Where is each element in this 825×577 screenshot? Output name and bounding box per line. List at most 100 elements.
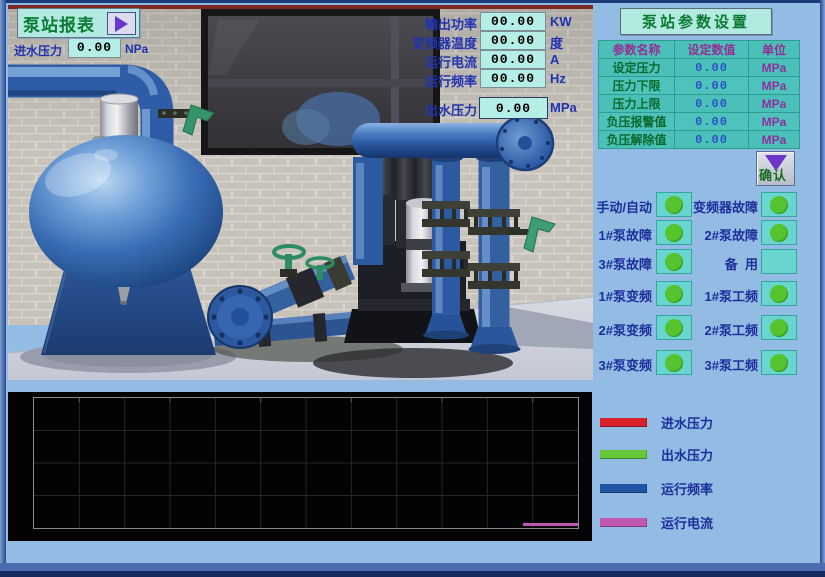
legend-swatch-outlet (600, 450, 647, 459)
run-frequency-unit: Hz (550, 71, 566, 86)
indicator-pump2-fault (761, 220, 797, 245)
status-label-pump1-vfd: 1#泵变频 (590, 286, 652, 305)
param-value[interactable]: 0.00 (675, 95, 749, 113)
status-label-manual-auto: 手动/自动 (590, 197, 652, 216)
legend-label-inlet: 进水压力 (661, 413, 713, 432)
run-current-unit: A (550, 52, 559, 67)
trend-grid (34, 398, 578, 528)
status-label-pump3-vfd: 3#泵变频 (590, 355, 652, 374)
inverter-temp-unit: 度 (550, 33, 563, 52)
lamp-icon (665, 253, 683, 271)
lamp-icon (770, 319, 788, 337)
param-value[interactable]: 0.00 (675, 131, 749, 149)
legend-label-outlet: 出水压力 (661, 445, 713, 464)
status-label-inverter-fault: 变频器故障 (686, 197, 758, 216)
play-arrow-icon (107, 12, 136, 35)
frame-border-top (0, 0, 825, 3)
inlet-pressure-label: 进水压力 (14, 42, 62, 59)
col-header-name: 参数名称 (599, 41, 675, 59)
legend-swatch-inlet (600, 418, 647, 427)
run-frequency-value: 00.00 (480, 69, 546, 88)
param-unit: MPa (749, 59, 800, 77)
status-label-spare: 备 用 (686, 254, 758, 273)
status-label-pump2-vfd: 2#泵变频 (590, 320, 652, 339)
lamp-icon (770, 354, 788, 372)
trend-chart (8, 392, 592, 541)
param-unit: MPa (749, 113, 800, 131)
param-unit: MPa (749, 131, 800, 149)
legend-item-run-frequency: 运行频率 (600, 479, 713, 498)
indicator-pump3-mains (761, 350, 797, 375)
settings-table: 参数名称 设定数值 单位 设定压力 0.00 MPa 压力下限 0.00 MPa… (598, 40, 800, 149)
param-unit: MPa (749, 95, 800, 113)
param-name: 设定压力 (599, 59, 675, 77)
settings-title: 泵站参数设置 (620, 8, 772, 35)
indicator-inverter-fault (761, 192, 797, 217)
col-header-unit: 单位 (749, 41, 800, 59)
lamp-icon (665, 224, 683, 242)
legend-item-inlet-pressure: 进水压力 (600, 413, 713, 432)
lamp-icon (770, 224, 788, 242)
confirm-button[interactable]: 确认 (756, 151, 795, 186)
output-power-value: 00.00 (480, 12, 546, 31)
frame-border-bottom-inner (0, 571, 825, 577)
table-row: 负压报警值 0.00 MPa (599, 113, 800, 131)
legend-swatch-current (600, 518, 647, 527)
indicator-spare (761, 249, 797, 274)
indicator-pump1-mains (761, 281, 797, 306)
confirm-button-label: 确认 (759, 165, 787, 184)
settings-header-row: 参数名称 设定数值 单位 (599, 41, 800, 59)
param-name: 压力上限 (599, 95, 675, 113)
table-row: 负压解除值 0.00 MPa (599, 131, 800, 149)
status-label-pump2-mains: 2#泵工频 (686, 320, 758, 339)
lamp-icon (665, 285, 683, 303)
report-button[interactable]: 泵站报表 (17, 8, 140, 38)
legend-item-outlet-pressure: 出水压力 (600, 445, 713, 464)
run-frequency-label: 运行频率 (385, 71, 477, 90)
run-current-label: 运行电流 (385, 52, 477, 71)
status-label-pump2-fault: 2#泵故障 (686, 225, 758, 244)
status-label-pump3-fault: 3#泵故障 (590, 254, 652, 273)
current-trace-segment (523, 523, 578, 526)
output-power-unit: KW (550, 14, 572, 29)
pressure-tank (29, 135, 223, 355)
param-name: 负压报警值 (599, 113, 675, 131)
inverter-temp-value: 00.00 (480, 31, 546, 50)
frame-border-right (820, 0, 825, 577)
table-row: 压力下限 0.00 MPa (599, 77, 800, 95)
status-label-pump1-mains: 1#泵工频 (686, 286, 758, 305)
outlet-pressure-value: 0.00 (479, 97, 548, 119)
lamp-icon (665, 319, 683, 337)
legend-item-run-current: 运行电流 (600, 513, 713, 532)
run-current-value: 00.00 (480, 50, 546, 69)
param-name: 压力下限 (599, 77, 675, 95)
outlet-pressure-label: 出水压力 (385, 100, 477, 119)
param-unit: MPa (749, 77, 800, 95)
report-button-label: 泵站报表 (23, 11, 95, 36)
param-name: 负压解除值 (599, 131, 675, 149)
status-label-pump1-fault: 1#泵故障 (590, 225, 652, 244)
table-row: 设定压力 0.00 MPa (599, 59, 800, 77)
lamp-icon (665, 354, 683, 372)
col-header-value: 设定数值 (675, 41, 749, 59)
inverter-temp-label: 变频器温度 (385, 33, 477, 52)
outlet-pressure-unit: MPa (550, 100, 577, 115)
output-power-label: 输出功率 (385, 14, 477, 33)
frame-border-bottom-outer (0, 563, 825, 571)
param-value[interactable]: 0.00 (675, 77, 749, 95)
param-value[interactable]: 0.00 (675, 113, 749, 131)
param-value[interactable]: 0.00 (675, 59, 749, 77)
trend-plot-area (33, 397, 579, 529)
legend-label-frequency: 运行频率 (661, 479, 713, 498)
lamp-icon (770, 285, 788, 303)
legend-swatch-frequency (600, 484, 647, 493)
table-row: 压力上限 0.00 MPa (599, 95, 800, 113)
inlet-pressure-unit: NPa (125, 42, 148, 56)
pump-station-hmi-screen: 泵站报表 进水压力 0.00 NPa 输出功率 00.00 KW 变频器温度 0… (0, 0, 825, 577)
legend-label-current: 运行电流 (661, 513, 713, 532)
status-label-pump3-mains: 3#泵工频 (686, 355, 758, 374)
frame-border-left (0, 0, 6, 577)
lamp-icon (665, 196, 683, 214)
lamp-icon (770, 196, 788, 214)
inlet-pressure-value: 0.00 (68, 37, 121, 58)
